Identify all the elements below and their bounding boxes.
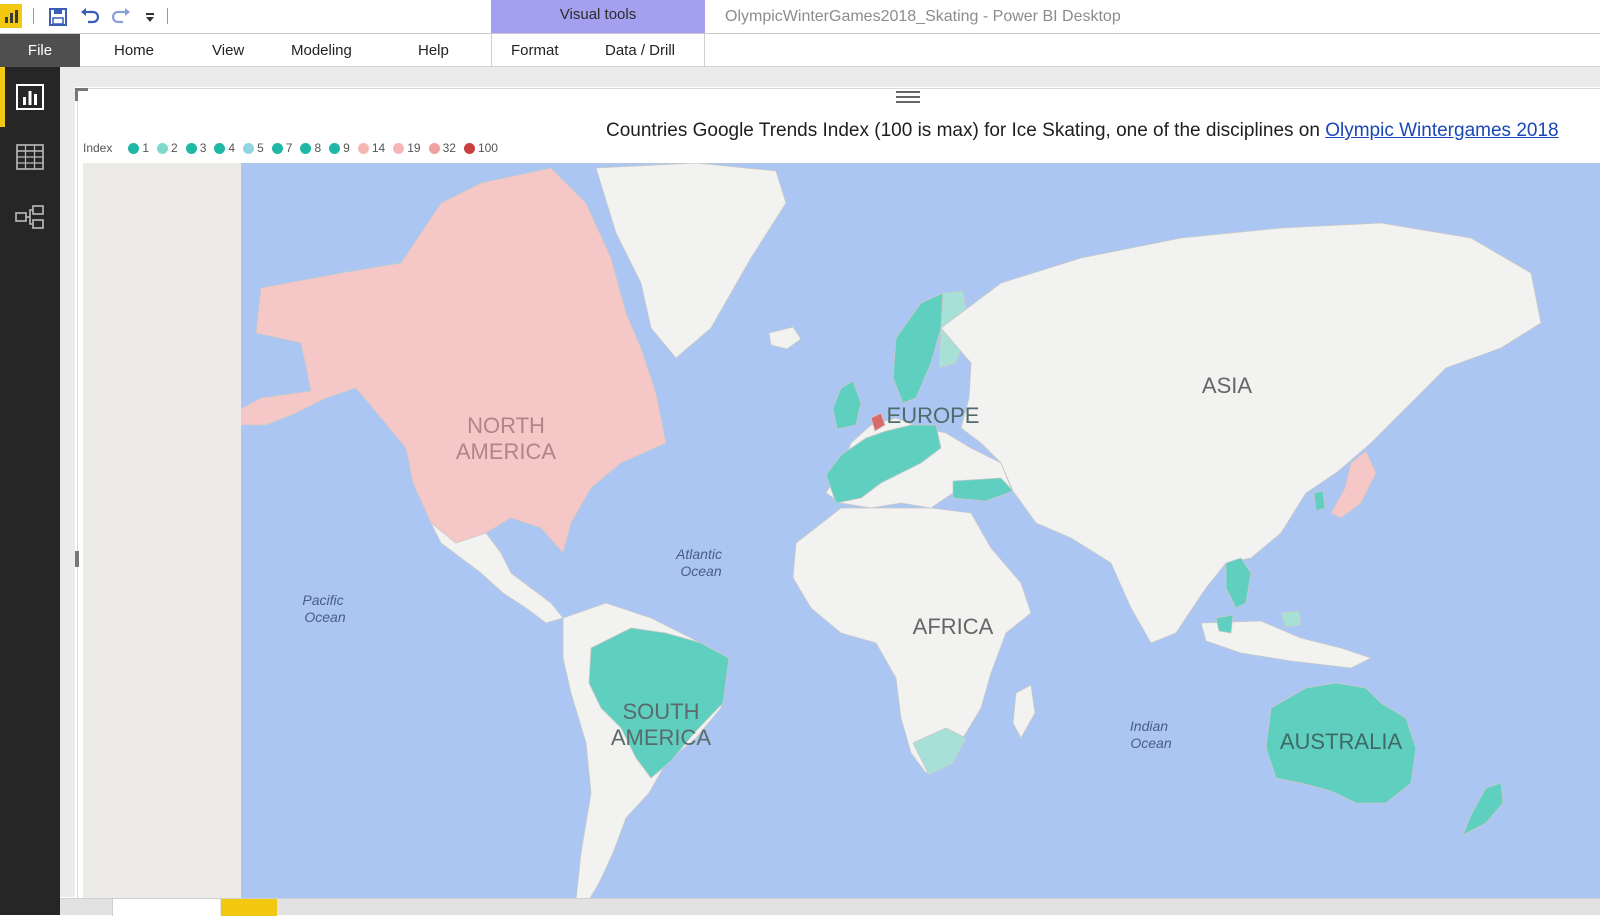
map-area[interactable]: NORTH AMERICA SOUTH AMERICA EUROPE ASIA … [83, 163, 1600, 900]
legend-label: 3 [199, 141, 207, 155]
legend-label: 9 [343, 141, 350, 155]
powerbi-logo-icon [0, 4, 22, 28]
tab-format[interactable]: Format [511, 34, 559, 67]
table-icon [16, 144, 44, 170]
legend-item[interactable]: 32 [428, 141, 456, 155]
quick-access-separator [33, 8, 34, 24]
legend-item[interactable]: 14 [357, 141, 386, 155]
legend-marker-icon [357, 142, 369, 154]
legend-item[interactable]: 4 [214, 141, 235, 155]
world-map[interactable]: NORTH AMERICA SOUTH AMERICA EUROPE ASIA … [241, 163, 1600, 900]
tab-data-drill[interactable]: Data / Drill [605, 34, 675, 67]
legend-label: 100 [477, 141, 498, 155]
title-bar: Visual tools OlympicWinterGames2018_Skat… [0, 0, 1600, 33]
view-switcher [0, 67, 60, 915]
legend-marker-icon [185, 142, 197, 154]
legend-marker-icon [271, 142, 283, 154]
tab-view[interactable]: View [212, 34, 244, 67]
label-south-america-2: AMERICA [611, 725, 712, 750]
legend-item[interactable]: 3 [185, 141, 207, 155]
map-legend: Index 1 2 3 4 5 7 8 9 14 19 32 100 [83, 138, 506, 158]
resize-handle-corner[interactable] [75, 88, 88, 101]
chart-title-link[interactable]: Olympic Wintergames 2018 [1325, 120, 1558, 141]
legend-item[interactable]: 5 [243, 141, 264, 155]
page-tab[interactable] [112, 899, 220, 916]
legend-marker-icon [300, 142, 312, 154]
save-icon[interactable] [45, 4, 71, 30]
legend-label: 32 [442, 141, 456, 155]
legend-label: 2 [171, 141, 178, 155]
legend-label: 1 [142, 141, 150, 155]
report-icon [16, 84, 44, 110]
chart-title: Countries Google Trends Index (100 is ma… [606, 120, 1559, 142]
malaysia[interactable] [1215, 614, 1234, 634]
label-asia: ASIA [1202, 373, 1252, 398]
report-view-button[interactable] [0, 67, 60, 127]
tab-file[interactable]: File [0, 34, 80, 67]
visual-drag-handle[interactable] [896, 91, 920, 107]
legend-label: 14 [371, 141, 386, 155]
legend-marker-icon [214, 142, 226, 154]
label-north-america-2: AMERICA [456, 439, 557, 464]
legend-label: 19 [407, 141, 421, 155]
tab-modeling[interactable]: Modeling [291, 34, 352, 67]
label-south-america-1: SOUTH [623, 699, 700, 724]
legend-label: 7 [285, 141, 293, 155]
legend-marker-icon [157, 142, 169, 154]
tab-home[interactable]: Home [114, 34, 154, 67]
legend-label: 4 [228, 141, 236, 155]
legend-items: 1 2 3 4 5 7 8 9 14 19 32 100 [128, 141, 506, 155]
contextual-group-label: Visual tools [491, 0, 705, 33]
legend-marker-icon [243, 142, 255, 154]
legend-title: Index [83, 141, 113, 155]
legend-marker-icon [128, 142, 140, 154]
ribbon-tabs: File Home View Modeling Help Format Data… [0, 33, 1600, 67]
tab-help[interactable]: Help [418, 34, 449, 67]
page-tabs-bar [60, 898, 1600, 916]
legend-item[interactable]: 2 [157, 141, 178, 155]
legend-label: 8 [314, 141, 322, 155]
legend-label: 5 [257, 141, 264, 155]
label-atlantic-2: Ocean [680, 563, 721, 579]
legend-item[interactable]: 9 [329, 141, 350, 155]
legend-item[interactable]: 100 [463, 141, 498, 155]
add-page-button[interactable] [221, 899, 277, 916]
active-view-indicator [0, 67, 5, 127]
label-indian-2: Ocean [1130, 735, 1171, 751]
south-korea[interactable] [1313, 490, 1326, 512]
legend-item[interactable]: 1 [128, 141, 149, 155]
quick-access-separator [167, 8, 168, 24]
label-australia: AUSTRALIA [1280, 729, 1403, 754]
relationships-icon [15, 205, 44, 229]
legend-marker-icon [428, 142, 440, 154]
label-pacific-1: Pacific [302, 592, 343, 608]
customize-quick-access-icon[interactable] [137, 4, 163, 30]
chart-title-text: Countries Google Trends Index (100 is ma… [606, 120, 1326, 141]
legend-marker-icon [329, 142, 341, 154]
label-europe: EUROPE [887, 403, 980, 428]
legend-marker-icon [393, 142, 405, 154]
philippines-area[interactable] [1280, 610, 1302, 628]
legend-item[interactable]: 8 [300, 141, 321, 155]
label-indian-1: Indian [1130, 718, 1168, 734]
undo-icon[interactable] [77, 4, 103, 30]
legend-item[interactable]: 7 [271, 141, 293, 155]
legend-marker-icon [463, 142, 475, 154]
relationships-view-button[interactable] [0, 187, 60, 247]
window-title: OlympicWinterGames2018_Skating - Power B… [725, 8, 1121, 25]
label-atlantic-1: Atlantic [675, 546, 722, 562]
label-north-america-1: NORTH [467, 413, 545, 438]
resize-handle-side[interactable] [75, 551, 79, 567]
label-pacific-2: Ocean [304, 609, 345, 625]
legend-item[interactable]: 19 [393, 141, 421, 155]
data-view-button[interactable] [0, 127, 60, 187]
redo-icon[interactable] [108, 4, 134, 30]
label-africa: AFRICA [913, 614, 994, 639]
